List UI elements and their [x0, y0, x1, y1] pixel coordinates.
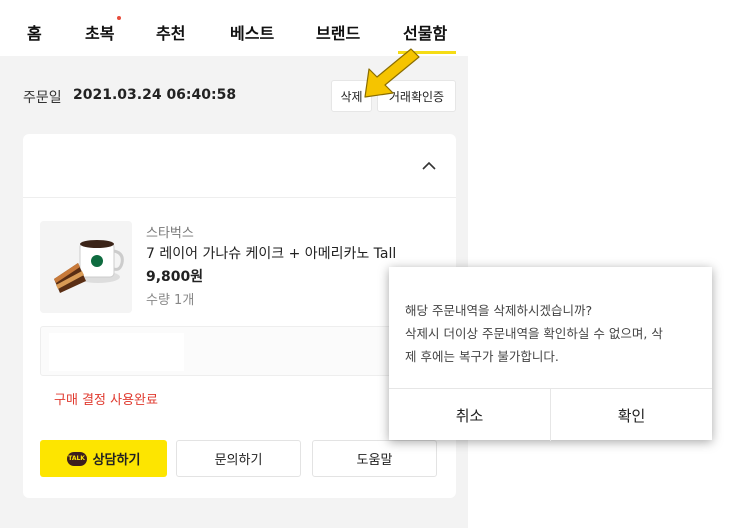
tab-chobok[interactable]: 초복	[85, 16, 122, 44]
help-button[interactable]: 도움말	[312, 440, 437, 477]
order-card-header[interactable]	[23, 134, 456, 198]
product-price: 9,800원	[146, 269, 204, 285]
order-status: 구매 결정 사용완료	[54, 393, 158, 408]
dialog-message-line: 제 후에는 복구가 불가합니다.	[405, 349, 559, 364]
tab-label: 추천	[156, 24, 186, 43]
chat-consult-label: 상담하기	[92, 453, 141, 468]
product-image	[40, 221, 132, 313]
dialog-message-line: 해당 주문내역을 삭제하시겠습니까?	[405, 303, 593, 318]
tab-gift-box[interactable]: 선물함	[403, 20, 447, 44]
product-quantity: 수량 1개	[146, 293, 195, 308]
tab-label: 베스트	[230, 24, 275, 43]
chat-consult-button[interactable]: TALK 상담하기	[40, 440, 167, 477]
tab-home[interactable]: 홈	[27, 20, 42, 44]
dialog-actions: 취소 확인	[389, 388, 712, 441]
dialog-message: 해당 주문내역을 삭제하시겠습니까? 삭제시 더이상 주문내역을 확인하실 수 …	[405, 299, 705, 368]
kakaotalk-icon: TALK	[66, 451, 87, 466]
dialog-message-line: 삭제시 더이상 주문내역을 확인하실 수 없으며, 삭	[405, 326, 663, 341]
app-screen: 홈 초복 추천 베스트 브랜드 선물함 주문일 2021.03.24 06:40…	[0, 0, 468, 528]
order-date-value: 2021.03.24 06:40:58	[73, 87, 237, 103]
tab-brand[interactable]: 브랜드	[316, 20, 360, 44]
tab-best[interactable]: 베스트	[230, 20, 274, 44]
tab-label: 선물함	[403, 24, 448, 43]
tab-label: 브랜드	[316, 24, 361, 43]
cancel-label: 취소	[455, 406, 484, 425]
new-badge-dot	[117, 16, 122, 20]
tab-label: 홈	[27, 24, 42, 43]
coffee-cake-image	[40, 221, 132, 313]
order-date-label: 주문일	[23, 90, 62, 106]
pointer-arrow-icon	[364, 48, 420, 98]
product-name[interactable]: 7 레이어 가나슈 케이크 + 아메리카노 Tall	[146, 243, 396, 263]
dialog-cancel-button[interactable]: 취소	[389, 389, 550, 441]
order-info-box	[40, 326, 440, 376]
delete-confirm-dialog: 해당 주문내역을 삭제하시겠습니까? 삭제시 더이상 주문내역을 확인하실 수 …	[389, 267, 712, 441]
help-label: 도움말	[356, 453, 393, 468]
product-brand: 스타벅스	[146, 226, 194, 241]
tab-recommend[interactable]: 추천	[156, 20, 185, 44]
chevron-up-icon[interactable]	[421, 158, 437, 174]
confirm-label: 확인	[617, 406, 646, 425]
inquiry-button[interactable]: 문의하기	[176, 440, 301, 477]
tab-label: 초복	[85, 24, 115, 43]
dialog-confirm-button[interactable]: 확인	[551, 389, 712, 441]
inquiry-label: 문의하기	[214, 453, 263, 468]
info-box-blank	[49, 333, 184, 371]
